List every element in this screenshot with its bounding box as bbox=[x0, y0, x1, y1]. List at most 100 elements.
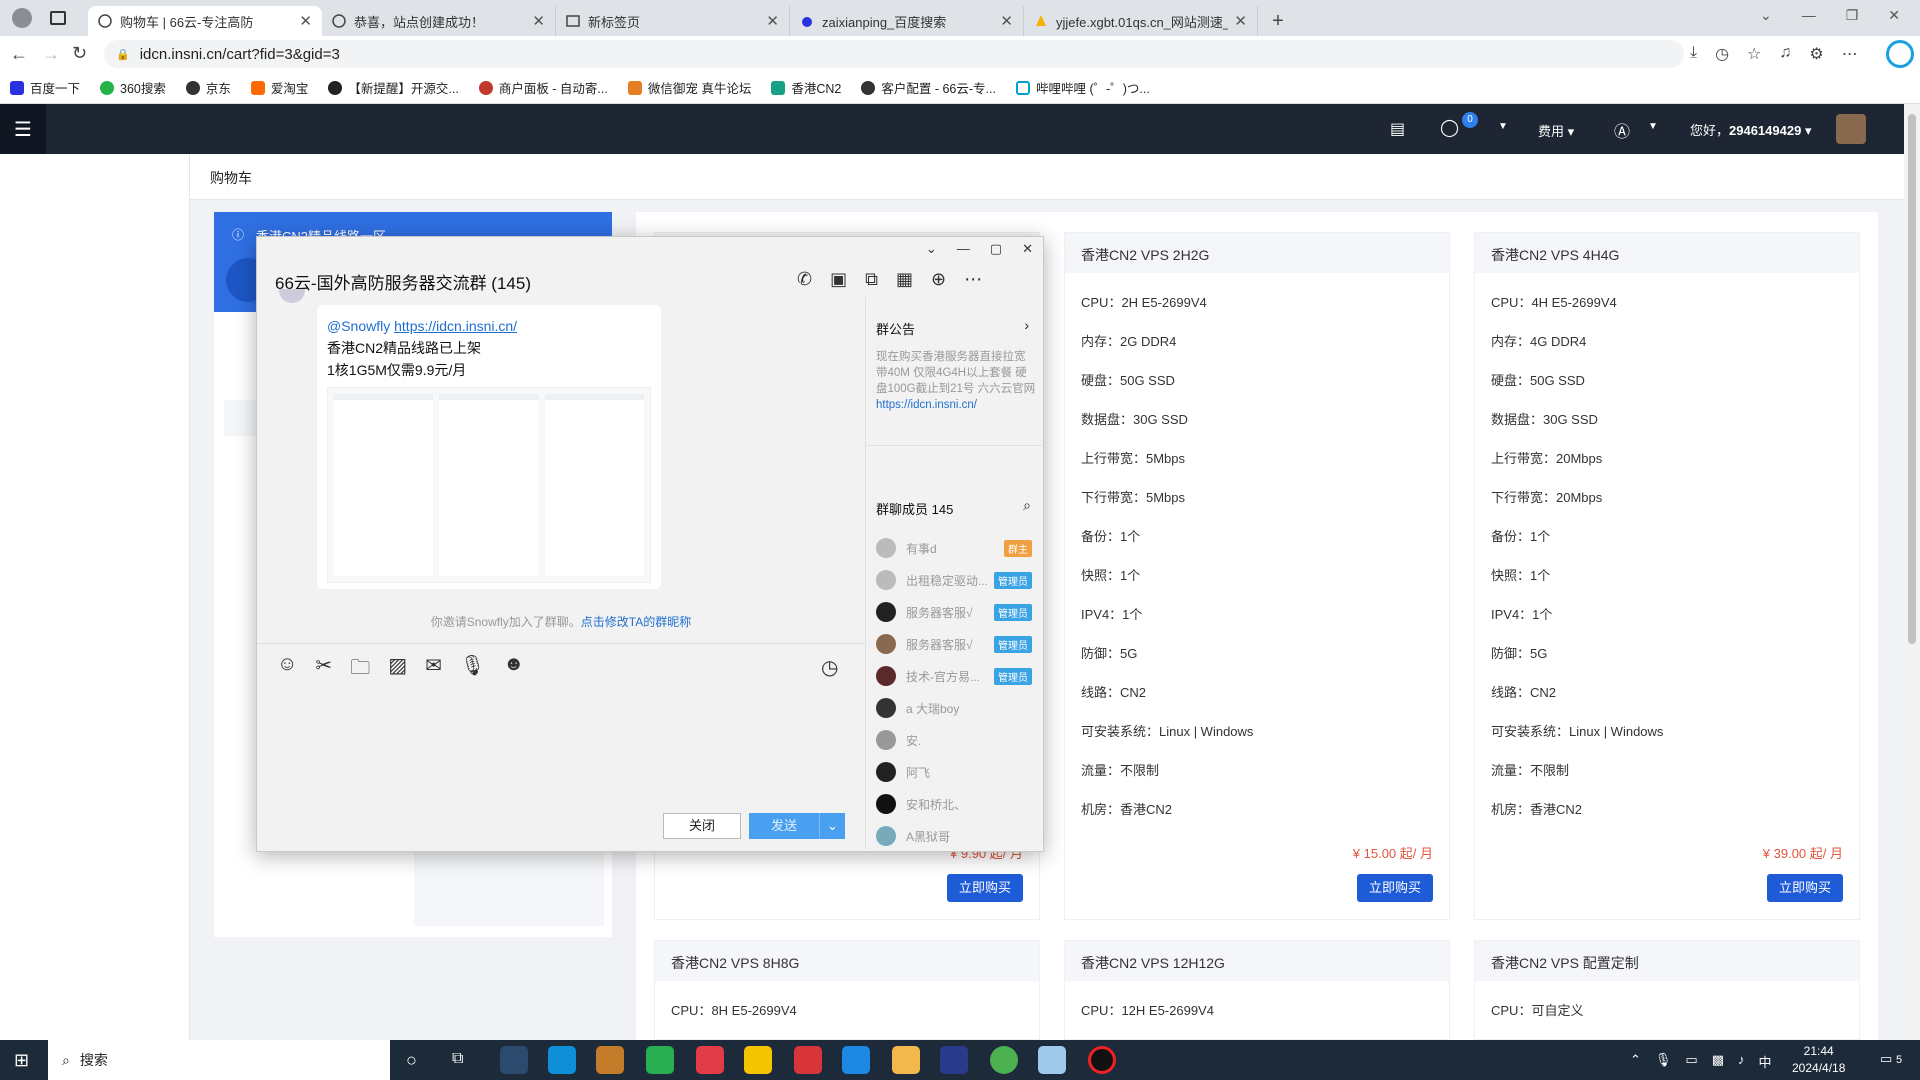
member-item[interactable]: 服务器客服√ 管理员 bbox=[866, 596, 1044, 628]
message-link[interactable]: https://idcn.insni.cn/ bbox=[394, 318, 517, 334]
bookmark-merchant[interactable]: 商户面板 - 自动寄... bbox=[478, 78, 608, 97]
chevron-down-icon[interactable]: ⌄ bbox=[926, 241, 937, 257]
clock[interactable]: 21:44 2024/4/18 bbox=[1792, 1043, 1845, 1077]
member-item[interactable]: 安. bbox=[866, 724, 1044, 756]
mail-icon[interactable]: ✉ bbox=[425, 653, 442, 687]
message-input[interactable] bbox=[265, 687, 857, 787]
message-icon[interactable]: ◯ bbox=[1440, 118, 1459, 138]
bookmark-hkcn2[interactable]: 香港CN2 bbox=[771, 78, 841, 97]
message-image[interactable] bbox=[327, 387, 651, 583]
close-icon[interactable]: ✕ bbox=[1234, 12, 1247, 30]
app-icon[interactable] bbox=[744, 1046, 772, 1074]
ime-indicator[interactable]: 中 bbox=[1759, 1052, 1772, 1071]
download-icon[interactable]: ⤓ bbox=[1690, 44, 1697, 64]
app-icon[interactable] bbox=[794, 1046, 822, 1074]
url-bar[interactable]: 🔒 idcn.insni.cn/cart?fid=3&gid=3 bbox=[104, 40, 1684, 68]
member-item[interactable]: 出租稳定驱动... 管理员 bbox=[866, 564, 1044, 596]
buy-now-button[interactable]: 立即购买 bbox=[947, 874, 1023, 902]
image-icon[interactable]: ▨ bbox=[388, 653, 407, 687]
member-item[interactable]: 服务器客服√ 管理员 bbox=[866, 628, 1044, 660]
folder-icon[interactable]: 🗀 bbox=[350, 653, 370, 687]
apps-icon[interactable]: ▦ bbox=[896, 269, 913, 290]
app-icon[interactable] bbox=[842, 1046, 870, 1074]
buy-now-button[interactable]: 立即购买 bbox=[1357, 874, 1433, 902]
qq-icon[interactable] bbox=[596, 1046, 624, 1074]
bookmark-360[interactable]: 360搜索 bbox=[100, 78, 166, 97]
close-icon[interactable]: ✕ bbox=[1000, 12, 1013, 30]
fees-menu[interactable]: 费用 ▾ bbox=[1538, 121, 1574, 140]
member-item[interactable]: a 大瑞boy bbox=[866, 692, 1044, 724]
add-icon[interactable]: ⊕ bbox=[931, 269, 946, 290]
sender-avatar[interactable] bbox=[279, 289, 305, 303]
new-tab-button[interactable]: + bbox=[1258, 6, 1298, 36]
profile-avatar-icon[interactable] bbox=[12, 8, 32, 28]
phone-icon[interactable]: ✆ bbox=[797, 269, 812, 290]
network-icon[interactable]: ▭ bbox=[1685, 1052, 1697, 1071]
display-icon[interactable]: ▩ bbox=[1712, 1052, 1724, 1071]
minimize-icon[interactable]: — bbox=[1802, 7, 1816, 23]
microphone-icon[interactable]: 🎙 bbox=[460, 653, 485, 687]
task-view-icon[interactable]: ⧉ bbox=[452, 1050, 463, 1068]
member-item[interactable]: 阿飞 bbox=[866, 756, 1044, 788]
minimize-icon[interactable]: — bbox=[957, 241, 970, 257]
browser-account-icon[interactable] bbox=[1886, 40, 1914, 68]
extensions-icon[interactable]: ⚙ bbox=[1809, 44, 1823, 64]
bookmark-weixin[interactable]: 微信御宠 真牛论坛 bbox=[627, 78, 751, 97]
more-icon[interactable]: ⋯ bbox=[964, 269, 982, 290]
chevron-down-icon[interactable]: ▼ bbox=[1648, 121, 1658, 132]
send-button[interactable]: 发送 ⌄ bbox=[749, 813, 845, 839]
tab-actions-icon[interactable] bbox=[50, 11, 66, 25]
netease-music-icon[interactable] bbox=[696, 1046, 724, 1074]
menu-icon[interactable]: ⋯ bbox=[1842, 44, 1858, 64]
emoji-icon[interactable]: ☺ bbox=[277, 653, 297, 687]
tab-cart[interactable]: 购物车 | 66云-专注高防 ✕ bbox=[88, 6, 322, 36]
close-window-icon[interactable]: ✕ bbox=[1888, 7, 1900, 24]
scissors-icon[interactable]: ✂ bbox=[315, 653, 332, 687]
wallet-icon[interactable]: ▤ bbox=[1390, 119, 1405, 139]
page-scrollbar[interactable] bbox=[1904, 104, 1920, 1040]
video-icon[interactable]: ▣ bbox=[830, 269, 847, 290]
history-icon[interactable]: ◷ bbox=[821, 655, 838, 680]
close-icon[interactable]: ✕ bbox=[299, 12, 312, 30]
taskbar-search[interactable]: ⌕ 搜索 bbox=[48, 1040, 390, 1080]
hamburger-menu-icon[interactable]: ☰ bbox=[0, 104, 46, 154]
notice-title[interactable]: 群公告 bbox=[876, 319, 915, 338]
app-icon[interactable] bbox=[940, 1046, 968, 1074]
cortana-icon[interactable]: ○ bbox=[406, 1050, 417, 1071]
bookmark-client-config[interactable]: 客户配置 - 66云-专... bbox=[861, 78, 996, 97]
rename-link[interactable]: 点击修改TA的群昵称 bbox=[581, 615, 691, 629]
tab-new[interactable]: 新标签页 ✕ bbox=[556, 6, 790, 36]
wechat-icon[interactable] bbox=[646, 1046, 674, 1074]
close-icon[interactable]: ✕ bbox=[766, 12, 779, 30]
send-options-icon[interactable]: ⌄ bbox=[819, 813, 845, 839]
member-item[interactable]: 安和桥北、 bbox=[866, 788, 1044, 820]
buy-now-button[interactable]: 立即购买 bbox=[1767, 874, 1843, 902]
robot-icon[interactable]: ☻ bbox=[503, 653, 524, 687]
forward-icon[interactable]: → bbox=[42, 44, 60, 65]
history-icon[interactable]: ◷ bbox=[1715, 44, 1729, 64]
close-icon[interactable]: ✕ bbox=[1022, 241, 1033, 257]
screen-share-icon[interactable]: ⧉ bbox=[865, 269, 878, 290]
record-icon[interactable] bbox=[1088, 1046, 1116, 1074]
notice-link[interactable]: https://idcn.insni.cn/ bbox=[876, 399, 977, 411]
bell-icon[interactable]: ♫ bbox=[1779, 44, 1791, 64]
file-explorer-icon[interactable] bbox=[892, 1046, 920, 1074]
edge-icon[interactable] bbox=[548, 1046, 576, 1074]
app-icon[interactable] bbox=[1038, 1046, 1066, 1074]
microphone-icon[interactable]: 🎙 bbox=[1655, 1052, 1672, 1071]
user-menu[interactable]: 您好，2946149429 ▾ bbox=[1690, 120, 1811, 139]
chevron-up-icon[interactable]: ⌃ bbox=[1630, 1052, 1641, 1071]
language-icon[interactable]: Ⓐ bbox=[1614, 118, 1630, 142]
bookmark-bilibili[interactable]: 哔哩哔哩 (゜-゜)つ... bbox=[1015, 78, 1150, 97]
member-item[interactable]: A黑狱哥 bbox=[866, 820, 1044, 852]
back-icon[interactable]: ← bbox=[10, 44, 28, 65]
scrollbar-thumb[interactable] bbox=[1908, 114, 1916, 644]
mention[interactable]: @Snowfly bbox=[327, 318, 390, 334]
chevron-down-icon[interactable]: ▼ bbox=[1498, 121, 1508, 132]
tab-search-icon[interactable]: ⌄ bbox=[1760, 7, 1772, 24]
member-item[interactable]: 技术-官方易... 管理员 bbox=[866, 660, 1044, 692]
bookmark-opensource[interactable]: 【新提醒】开源交... bbox=[328, 78, 459, 97]
bookmark-baidu[interactable]: 百度一下 bbox=[10, 78, 80, 97]
notification-icon[interactable]: ▭ bbox=[1880, 1051, 1892, 1067]
member-item[interactable]: 有事d 群主 bbox=[866, 532, 1044, 564]
